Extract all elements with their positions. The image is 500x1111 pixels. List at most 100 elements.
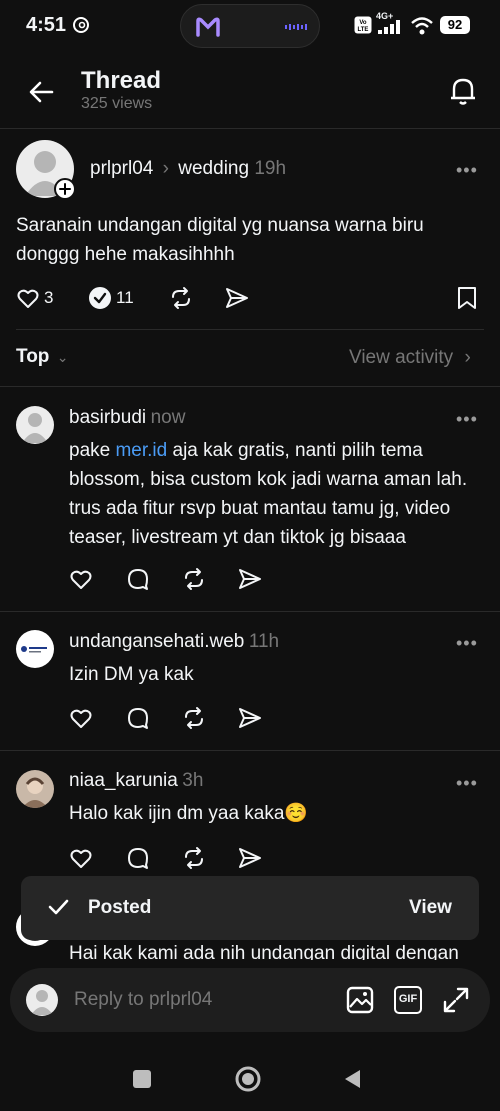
view-count: 325 views (81, 95, 153, 112)
comment-link[interactable]: mer.id (115, 440, 167, 461)
reply-button[interactable] (126, 567, 150, 591)
like-button[interactable] (69, 567, 93, 591)
repost-icon (185, 568, 203, 590)
post-more-button[interactable]: ••• (456, 160, 478, 181)
comment-avatar[interactable] (16, 770, 54, 808)
heart-icon (70, 570, 92, 589)
bookmark-button[interactable] (456, 285, 478, 311)
bell-icon (451, 78, 475, 105)
send-icon (239, 708, 261, 728)
repost-button[interactable] (168, 285, 194, 311)
notifications-button[interactable] (444, 72, 482, 110)
comment-text-line: blossom, bisa custom kok jadi warna aman… (69, 469, 468, 490)
share-button[interactable] (237, 845, 263, 871)
comment-time: now (150, 407, 186, 428)
signal-icon (378, 20, 408, 34)
post-text-line: donggg hehe makasihhhh (16, 244, 235, 265)
back-button[interactable] (22, 72, 62, 112)
comment-username[interactable]: basirbudi (69, 407, 146, 428)
comment-header: basirbudi now (69, 407, 185, 429)
post-time: 19h (254, 158, 287, 179)
view-activity-link[interactable]: View activity › (349, 347, 471, 369)
comment-actions (69, 845, 289, 871)
toast-view-button[interactable]: View (409, 897, 452, 919)
repost-icon (185, 847, 203, 869)
sort-label: Top (16, 346, 50, 367)
share-button[interactable] (224, 285, 250, 311)
comment-more-button[interactable]: ••• (456, 409, 478, 430)
reply-count: 11 (116, 288, 134, 307)
comment-username[interactable]: undangansehati.web (69, 631, 244, 652)
heart-icon (17, 289, 39, 308)
comment-avatar[interactable] (16, 406, 54, 444)
home-circle-icon (235, 1066, 261, 1092)
comment-text: Izin DM ya kak (69, 664, 194, 685)
audio-wave-icon (285, 23, 309, 31)
volte-icon: Vo LTE (354, 16, 372, 34)
view-activity-label: View activity (349, 347, 454, 368)
comment-header: undangansehati.web 11h (69, 631, 279, 653)
post-divider (16, 329, 484, 330)
repost-icon (185, 707, 203, 729)
default-avatar-icon (31, 990, 53, 1015)
app-logo-icon (195, 15, 221, 39)
status-bar: 4:51 Vo LTE 4G+ 92 (0, 0, 500, 52)
home-button[interactable] (235, 1066, 261, 1092)
like-button[interactable] (16, 286, 40, 310)
wifi-icon (410, 16, 434, 36)
sort-dropdown[interactable]: Top ⌄ (16, 346, 68, 368)
image-attach-button[interactable] (346, 986, 374, 1014)
image-icon (346, 986, 374, 1014)
like-button[interactable] (69, 706, 93, 730)
chevron-down-icon: ⌄ (56, 349, 69, 365)
share-button[interactable] (237, 566, 263, 592)
gif-button[interactable]: GIF (394, 986, 422, 1014)
post-text-line: Saranain undangan digital yg nuansa warn… (16, 215, 424, 236)
send-icon (226, 288, 248, 308)
comment-more-button[interactable]: ••• (456, 633, 478, 654)
comment-username[interactable]: niaa_karunia (69, 770, 178, 791)
comment-divider (0, 611, 500, 612)
bookmark-icon (458, 287, 476, 309)
comment-time: 11h (248, 631, 280, 652)
recents-button[interactable] (133, 1070, 151, 1088)
comment-text-segment: pake (69, 440, 116, 461)
post-username[interactable]: prlprl04 (90, 158, 153, 179)
post-header: prlprl04 › wedding 19h (90, 158, 286, 180)
reply-button[interactable] (126, 846, 150, 870)
repost-button[interactable] (181, 566, 207, 592)
replied-check-icon (89, 287, 111, 309)
expand-button[interactable] (442, 986, 470, 1014)
comment-text-line: teaser, livestream yt dan tiktok jg bisa… (69, 527, 406, 548)
reply-input[interactable]: Reply to prlprl04 (74, 989, 212, 1011)
post-community[interactable]: wedding (178, 158, 249, 179)
repost-button[interactable] (181, 705, 207, 731)
share-button[interactable] (237, 705, 263, 731)
post-author-avatar[interactable] (16, 140, 76, 200)
status-time: 4:51 (26, 14, 67, 36)
heart-icon (70, 849, 92, 868)
svg-text:LTE: LTE (358, 27, 369, 33)
dynamic-island (180, 4, 320, 48)
like-count: 3 (44, 288, 54, 307)
comment-time: 3h (182, 770, 204, 791)
repost-button[interactable] (181, 845, 207, 871)
comment-actions (69, 705, 289, 731)
reply-bar: Reply to prlprl04 GIF (10, 968, 490, 1032)
header-divider (0, 128, 500, 129)
back-nav-button[interactable] (342, 1068, 362, 1090)
page-title: Thread (81, 67, 162, 94)
svg-text:Vo: Vo (359, 20, 367, 26)
reply-button[interactable] (126, 706, 150, 730)
reply-count-button[interactable] (88, 286, 112, 310)
like-button[interactable] (69, 846, 93, 870)
comment-more-button[interactable]: ••• (456, 773, 478, 794)
comment-header: niaa_karunia 3h (69, 770, 203, 792)
post-text: Saranain undangan digital yg nuansa warn… (16, 211, 424, 269)
back-arrow-icon (29, 81, 54, 103)
posted-toast: Posted View (21, 876, 479, 940)
comment-avatar[interactable] (16, 630, 54, 668)
comment-text-segment: aja kak gratis, nanti pilih tema (167, 440, 423, 461)
follow-plus-icon[interactable] (54, 178, 76, 200)
comment-actions (69, 566, 289, 592)
